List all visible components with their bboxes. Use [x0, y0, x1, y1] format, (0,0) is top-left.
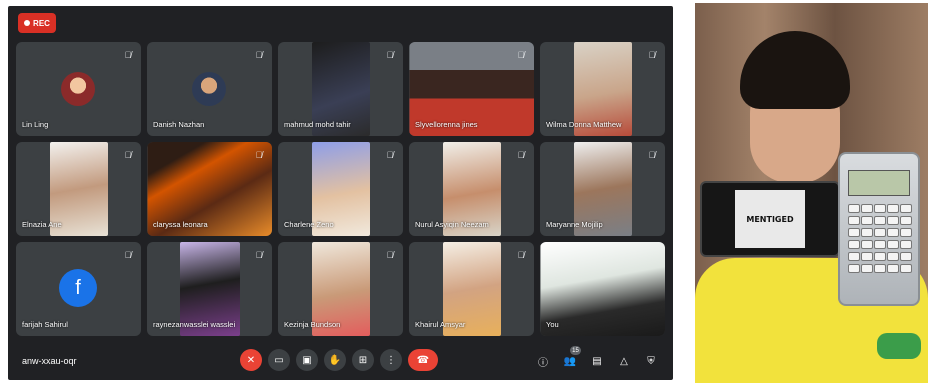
- participant-name: Slyvellorenna jines: [415, 120, 478, 129]
- mic-muted-icon: 🎙̸: [517, 50, 525, 60]
- participant-avatar: [61, 72, 95, 106]
- mic-muted-icon: 🎙̸: [648, 50, 656, 60]
- participant-name: Maryanne Mojilip: [546, 220, 603, 229]
- participant-tile[interactable]: 🎙̸ Maryanne Mojilip: [540, 142, 665, 236]
- participant-name: farijah Sahirul: [22, 320, 68, 329]
- participant-tile[interactable]: 🎙̸ Danish Nazhan: [147, 42, 272, 136]
- hair: [740, 31, 850, 109]
- mic-muted-icon: 🎙̸: [255, 150, 263, 160]
- meeting-code: anw-xxau-oqr: [22, 356, 77, 366]
- participant-name: Lin Ling: [22, 120, 49, 129]
- participant-name: mahmud mohd tahir: [284, 120, 351, 129]
- info-icon[interactable]: ⓘ: [535, 353, 551, 369]
- camera-icon[interactable]: ▭: [268, 349, 290, 371]
- participant-tile[interactable]: 🎙̸ Elnazia Ane: [16, 142, 141, 236]
- calculator: [838, 152, 920, 306]
- participant-avatar: f: [59, 269, 97, 307]
- side-panel-buttons: ⓘ 👥 15 ▤ △ ⛨: [535, 346, 659, 369]
- participant-name: Danish Nazhan: [153, 120, 205, 129]
- participant-name: You: [546, 320, 559, 329]
- people-icon[interactable]: 👥 15: [562, 346, 581, 369]
- meeting-toolbar: anw-xxau-oqr ✕ ▭ ▣ ✋ ⊞ ⋮ ☎ ⓘ 👥 15 ▤ △ ⛨: [8, 344, 673, 380]
- record-dot-icon: [24, 20, 31, 26]
- mic-muted-icon: 🎙̸: [386, 50, 394, 60]
- call-controls: ✕ ▭ ▣ ✋ ⊞ ⋮ ☎: [240, 349, 438, 371]
- chat-icon[interactable]: ▤: [589, 353, 605, 369]
- recording-badge: REC: [18, 13, 56, 33]
- participant-name: Nurul Asyiqin Neezam: [415, 220, 489, 229]
- participant-name: Wilma Donna Matthew: [546, 120, 622, 129]
- participant-name: raynezanwasslei wasslei: [153, 320, 236, 329]
- participant-grid: 🎙̸ Lin Ling 🎙̸ Danish Nazhan 🎙̸ mahmud m…: [16, 42, 665, 336]
- participant-tile[interactable]: You: [540, 242, 665, 336]
- participant-tile[interactable]: 🎙̸ Kezinja Bundson: [278, 242, 403, 336]
- participant-tile[interactable]: 🎙̸ Lin Ling: [16, 42, 141, 136]
- meet-window: REC 🎙̸ Lin Ling 🎙̸ Danish Nazhan 🎙̸ mahm…: [8, 6, 673, 380]
- mic-muted-icon: 🎙̸: [386, 150, 394, 160]
- participant-name: Elnazia Ane: [22, 220, 62, 229]
- wristwatch: [877, 333, 921, 359]
- participant-tile[interactable]: 🎙̸ Nurul Asyiqin Neezam: [409, 142, 534, 236]
- phone-screen-text: MENTIGED: [735, 190, 805, 248]
- present-icon[interactable]: ⊞: [352, 349, 374, 371]
- participant-name: Kezinja Bundson: [284, 320, 341, 329]
- phone: MENTIGED: [700, 181, 840, 257]
- participant-name: Khairul Amsyar: [415, 320, 466, 329]
- host-controls-icon[interactable]: ⛨: [643, 353, 659, 369]
- participant-tile[interactable]: 🎙̸ Khairul Amsyar: [409, 242, 534, 336]
- participant-tile[interactable]: 🎙̸ raynezanwasslei wasslei: [147, 242, 272, 336]
- student-photo: MENTIGED: [695, 3, 928, 383]
- participant-name: Charlene Zeno: [284, 220, 334, 229]
- mic-muted-icon: 🎙̸: [517, 250, 525, 260]
- mic-muted-icon: 🎙̸: [648, 150, 656, 160]
- recording-label: REC: [33, 18, 50, 28]
- mic-muted-icon: 🎙̸: [124, 50, 132, 60]
- participant-count-badge: 15: [570, 346, 581, 355]
- activities-icon[interactable]: △: [616, 353, 632, 369]
- participant-tile[interactable]: 🎙̸ Charlene Zeno: [278, 142, 403, 236]
- mic-muted-icon: 🎙̸: [386, 250, 394, 260]
- participant-tile[interactable]: 🎙̸ Wilma Donna Matthew: [540, 42, 665, 136]
- captions-icon[interactable]: ▣: [296, 349, 318, 371]
- participant-tile[interactable]: 🎙̸ Slyvellorenna jines: [409, 42, 534, 136]
- participant-tile[interactable]: 🎙̸ claryssa leonara: [147, 142, 272, 236]
- participant-tile[interactable]: 🎙̸ mahmud mohd tahir: [278, 42, 403, 136]
- more-options-icon[interactable]: ⋮: [380, 349, 402, 371]
- end-call-icon[interactable]: ☎: [408, 349, 438, 371]
- mic-muted-icon: 🎙̸: [255, 50, 263, 60]
- mic-off-icon[interactable]: ✕: [240, 349, 262, 371]
- calculator-display: [848, 170, 910, 196]
- participant-tile[interactable]: f 🎙̸ farijah Sahirul: [16, 242, 141, 336]
- participant-name: claryssa leonara: [153, 220, 208, 229]
- mic-muted-icon: 🎙̸: [124, 250, 132, 260]
- mic-muted-icon: 🎙̸: [124, 150, 132, 160]
- calculator-keys: [848, 204, 912, 273]
- mic-muted-icon: 🎙̸: [255, 250, 263, 260]
- raise-hand-icon[interactable]: ✋: [324, 349, 346, 371]
- mic-muted-icon: 🎙̸: [517, 150, 525, 160]
- participant-avatar: [192, 72, 226, 106]
